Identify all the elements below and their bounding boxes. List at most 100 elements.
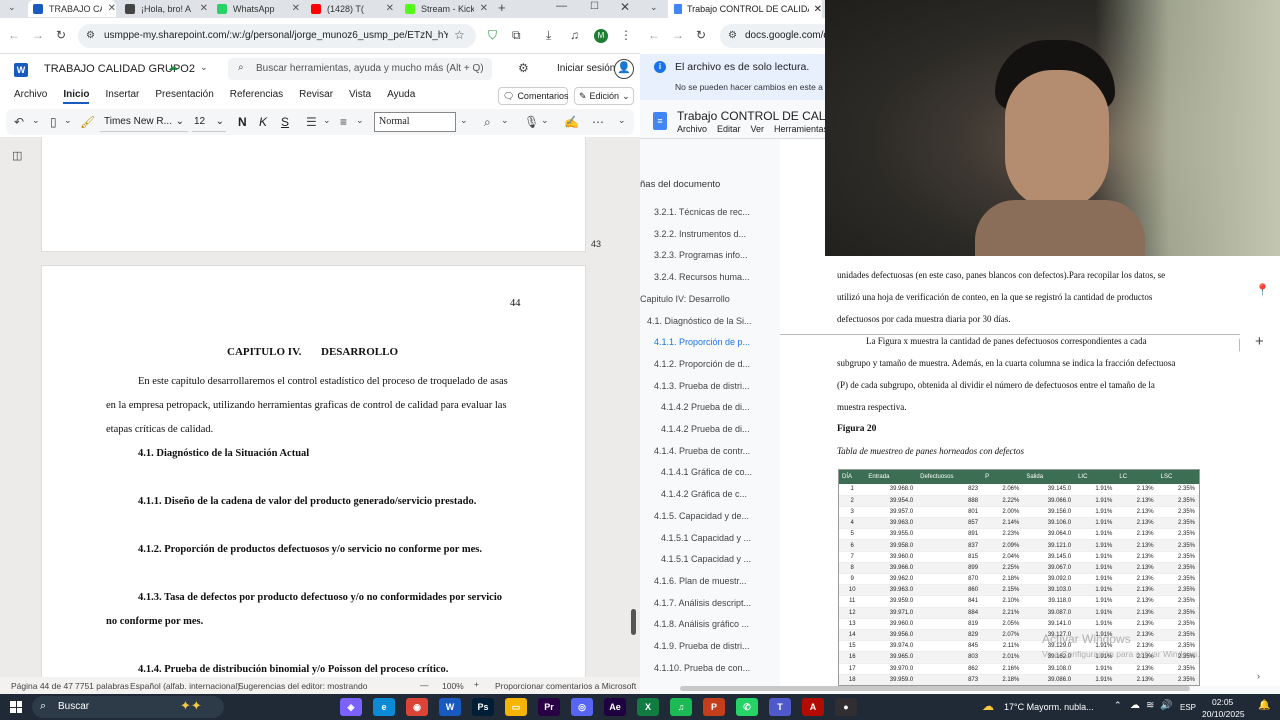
outline-item[interactable]: 4.1.6. Plan de muestr... bbox=[654, 576, 747, 586]
outline-item[interactable]: 4.1.10. Prueba de con... bbox=[654, 663, 750, 673]
docs-menu-herramientas[interactable]: Herramientas bbox=[774, 124, 825, 134]
outline-item[interactable]: 4.1.5. Capacidad y de... bbox=[654, 511, 749, 521]
bullets-dropdown-icon[interactable]: ⌄ bbox=[323, 115, 331, 126]
teams-icon[interactable]: T bbox=[769, 698, 791, 716]
font-size-select[interactable]: 12 ⌄ bbox=[192, 112, 226, 132]
copilot-icon[interactable]: ◈ bbox=[340, 698, 362, 716]
powerpoint-icon[interactable]: P bbox=[703, 698, 725, 716]
clock-time[interactable]: 02:05 bbox=[1212, 697, 1233, 707]
maximize-icon[interactable]: ☐ bbox=[590, 1, 599, 12]
outline-item[interactable]: 4.1.4.1 Gráfica de co... bbox=[661, 467, 752, 477]
right-tab-list-chevron-icon[interactable]: ⌄ bbox=[650, 2, 658, 13]
file-explorer-icon[interactable]: ▭ bbox=[505, 698, 527, 716]
outline-item[interactable]: 4.1.3. Prueba de distri... bbox=[654, 381, 750, 391]
back-icon[interactable]: ← bbox=[8, 28, 20, 42]
menu-presentacion[interactable]: Presentación bbox=[155, 89, 213, 104]
browser-tab[interactable]: ¡Hola, bro! A ✕ bbox=[120, 0, 208, 17]
right-site-info-icon[interactable]: ⚙ bbox=[728, 30, 737, 41]
tab-close-icon[interactable]: ✕ bbox=[292, 3, 300, 14]
wifi-icon[interactable]: ≋ bbox=[1146, 700, 1154, 711]
start-button-icon[interactable] bbox=[10, 701, 22, 713]
signin-link[interactable]: Iniciar sesión bbox=[557, 63, 615, 74]
media-icon[interactable]: ♫ bbox=[570, 28, 579, 42]
italic-button[interactable]: K bbox=[259, 115, 267, 129]
page-44[interactable]: 44 CAPITULO IV. DESARROLLO En este capít… bbox=[41, 265, 586, 677]
outline-item[interactable]: 4.1.4. Prueba de contr... bbox=[654, 446, 750, 456]
feedback-link[interactable]: Proporcionar comentarios a Microsoft bbox=[495, 681, 636, 691]
shield-icon[interactable]: ⛉ bbox=[488, 28, 497, 43]
more-options-icon[interactable]: ⋯ bbox=[592, 115, 604, 129]
find-dropdown-icon[interactable]: ⌄ bbox=[501, 115, 509, 126]
spotify-icon[interactable]: ♫ bbox=[670, 698, 692, 716]
add-panel-icon[interactable]: + bbox=[1255, 333, 1264, 350]
underline-button[interactable]: S bbox=[281, 115, 289, 129]
bold-button[interactable]: N bbox=[238, 115, 247, 129]
status-language[interactable]: Español (alfab. internacional) bbox=[130, 681, 240, 691]
font-name-select[interactable]: Times New R... ⌄ bbox=[100, 112, 188, 132]
menu-vista[interactable]: Vista bbox=[349, 89, 371, 104]
tab-list-chevron-icon[interactable]: ⌄ bbox=[8, 2, 16, 13]
menu-ayuda[interactable]: Ayuda bbox=[387, 89, 415, 104]
bullets-icon[interactable]: ☰ bbox=[306, 115, 317, 129]
outline-item[interactable]: 3.2.2. Instrumentos d... bbox=[654, 229, 746, 239]
right-back-icon[interactable]: ← bbox=[648, 28, 660, 42]
outline-item[interactable]: 4.1.9. Prueba de distri... bbox=[654, 641, 750, 651]
account-avatar-icon[interactable]: 👤 bbox=[614, 59, 634, 79]
language-indicator[interactable]: ESP bbox=[1180, 703, 1196, 712]
status-page[interactable]: Página 44 de 47 bbox=[11, 681, 73, 691]
docs-menu-editar[interactable]: Editar bbox=[717, 124, 741, 134]
extensions-icon[interactable]: ⧉ bbox=[512, 28, 521, 43]
maps-icon[interactable]: 📍 bbox=[1255, 283, 1270, 297]
editor-pen-icon[interactable]: ✍ bbox=[564, 115, 579, 129]
discord-icon[interactable]: ◎ bbox=[571, 698, 593, 716]
weather-text[interactable]: 17°C Mayorm. nubla... bbox=[1004, 702, 1094, 712]
right-tab-close-icon[interactable]: ✕ bbox=[814, 4, 822, 15]
site-info-icon[interactable]: ⚙ bbox=[86, 30, 95, 41]
clipboard-icon[interactable]: ▯ bbox=[50, 115, 57, 129]
right-reload-icon[interactable]: ↻ bbox=[696, 28, 706, 42]
panel-collapse-icon[interactable]: › bbox=[1257, 671, 1260, 681]
format-painter-icon[interactable]: 🖌 bbox=[80, 115, 95, 129]
outline-item[interactable]: 3.2.1. Técnicas de rec... bbox=[654, 207, 750, 217]
outline-item[interactable]: 4.1.8. Análisis gráfico ... bbox=[654, 619, 749, 629]
outline-item[interactable]: 4.1.4.2 Gráfica de c... bbox=[661, 489, 747, 499]
collapse-ribbon-icon[interactable]: ⌄ bbox=[618, 115, 626, 126]
premiere-icon[interactable]: Pr bbox=[538, 698, 560, 716]
menu-insertar[interactable]: Insertar bbox=[105, 89, 139, 104]
align-dropdown-icon[interactable]: ⌄ bbox=[356, 115, 364, 126]
tab-close-icon[interactable]: ✕ bbox=[480, 3, 488, 14]
profile-avatar[interactable]: M bbox=[594, 29, 608, 43]
outline-item[interactable]: 4.1.7. Análisis descript... bbox=[654, 598, 751, 608]
whatsapp-icon[interactable]: ✆ bbox=[736, 698, 758, 716]
right-forward-icon[interactable]: → bbox=[672, 28, 684, 42]
align-icon[interactable]: ≡ bbox=[340, 115, 347, 129]
outline-item[interactable]: 4.1.5.1 Capacidad y ... bbox=[661, 554, 751, 564]
outline-item[interactable]: 4.1. Diagnóstico de la Si... bbox=[647, 316, 752, 326]
dictate-mic-icon[interactable]: 🎙 bbox=[524, 115, 539, 129]
browser-menu-icon[interactable]: ⋮ bbox=[620, 28, 632, 42]
menu-inicio[interactable]: Inicio bbox=[63, 89, 90, 104]
docs-menu-ver[interactable]: Ver bbox=[751, 124, 765, 134]
minimize-icon[interactable]: — bbox=[556, 0, 567, 12]
browser-tab[interactable]: (1428) T(✕ bbox=[306, 0, 394, 17]
outline-item[interactable]: 3.2.3. Programas info... bbox=[654, 250, 748, 260]
style-dropdown-icon[interactable]: ⌄ bbox=[460, 115, 468, 126]
find-icon[interactable]: ⌕ bbox=[484, 115, 491, 130]
status-words[interactable]: 7751 palabras bbox=[75, 681, 129, 691]
bookmark-star-icon[interactable]: ☆ bbox=[454, 28, 465, 42]
chrome-icon[interactable]: ◉ bbox=[406, 698, 428, 716]
clock-date[interactable]: 20/10/2025 bbox=[1202, 709, 1245, 719]
browser-tab[interactable]: TRABAJO CA ✕ bbox=[28, 0, 116, 17]
status-suggestions[interactable]: Sugerencias del editor: mostrando bbox=[238, 681, 367, 691]
outline-item[interactable]: 3.2.4. Recursos huma... bbox=[654, 272, 750, 282]
settings-gear-icon[interactable]: ⚙ bbox=[518, 61, 529, 75]
excel-icon[interactable]: X bbox=[637, 698, 659, 716]
edge-icon[interactable]: e bbox=[373, 698, 395, 716]
new-tab-plus-icon[interactable]: + bbox=[498, 0, 506, 15]
close-window-icon[interactable]: ✕ bbox=[620, 0, 630, 14]
undo-icon[interactable]: ↶ bbox=[14, 115, 24, 129]
outline-item[interactable]: Capitulo IV: Desarrollo bbox=[640, 294, 730, 304]
menu-referencias[interactable]: Referencias bbox=[230, 89, 283, 104]
tab-close-icon[interactable]: ✕ bbox=[386, 3, 394, 14]
outline-item[interactable]: 4.1.4.2 Prueba de di... bbox=[661, 424, 750, 434]
